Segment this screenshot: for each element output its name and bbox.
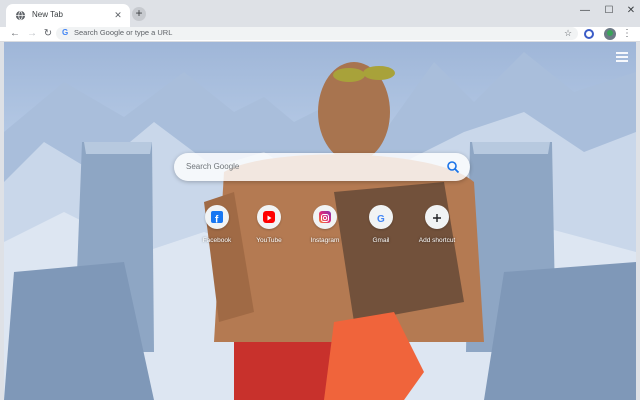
reload-icon[interactable]: ↻: [41, 27, 55, 41]
tab-title: New Tab: [32, 10, 63, 19]
tab-strip: New Tab ✕ + — ☐ ✕: [0, 0, 640, 27]
ntp-search-box[interactable]: Search Google: [174, 153, 470, 181]
google-g-icon: G: [62, 28, 69, 37]
shortcuts-grid: f Facebook YouTube Instagram G Gmail Add…: [189, 205, 459, 251]
shortcut-circle: [425, 205, 449, 229]
maximize-icon[interactable]: ☐: [598, 3, 620, 19]
search-icon[interactable]: [446, 160, 460, 174]
shortcut-circle: [313, 205, 337, 229]
shortcut-instagram[interactable]: Instagram: [297, 205, 351, 251]
shortcut-circle: [257, 205, 281, 229]
shortcut-add[interactable]: Add shortcut: [409, 205, 463, 251]
new-tab-button[interactable]: +: [132, 7, 146, 21]
customize-menu-icon[interactable]: [616, 52, 628, 62]
tab-new-tab[interactable]: New Tab ✕: [6, 4, 130, 27]
new-tab-page: Search Google f Facebook YouTube Instagr…: [4, 42, 636, 400]
toolbar: ← → ↻ G Search Google or type a URL ☆ ⋮: [0, 27, 640, 41]
plus-icon: [431, 211, 443, 223]
shortcut-label: Gmail: [372, 237, 390, 244]
shortcut-label: YouTube: [256, 237, 282, 244]
shortcut-youtube[interactable]: YouTube: [241, 205, 295, 251]
close-tab-icon[interactable]: ✕: [112, 9, 124, 21]
menu-kebab-icon[interactable]: ⋮: [622, 27, 632, 41]
google-icon: G: [375, 211, 387, 225]
shortcut-label: Instagram: [310, 237, 340, 244]
forward-arrow-icon[interactable]: →: [25, 27, 39, 41]
svg-text:G: G: [377, 214, 385, 224]
shortcut-label: Facebook: [202, 237, 232, 244]
shortcut-label: Add shortcut: [418, 237, 456, 244]
omnibox[interactable]: G Search Google or type a URL: [56, 27, 578, 40]
shortcut-circle: f: [205, 205, 229, 229]
shortcut-facebook[interactable]: f Facebook: [189, 205, 243, 251]
bookmark-star-icon[interactable]: ☆: [562, 27, 574, 40]
shortcut-gmail[interactable]: G Gmail: [353, 205, 407, 251]
youtube-icon: [263, 211, 275, 223]
globe-icon: [15, 10, 26, 21]
profile-avatar[interactable]: [604, 28, 616, 40]
omnibox-placeholder: Search Google or type a URL: [74, 28, 173, 37]
close-window-icon[interactable]: ✕: [620, 3, 640, 19]
facebook-icon: f: [211, 211, 223, 226]
instagram-icon: [319, 211, 331, 223]
back-arrow-icon[interactable]: ←: [8, 27, 22, 41]
shortcut-circle: G: [369, 205, 393, 229]
svg-text:f: f: [215, 215, 219, 225]
extension-icon[interactable]: [584, 29, 594, 39]
minimize-icon[interactable]: —: [574, 3, 596, 19]
search-placeholder: Search Google: [186, 162, 240, 171]
